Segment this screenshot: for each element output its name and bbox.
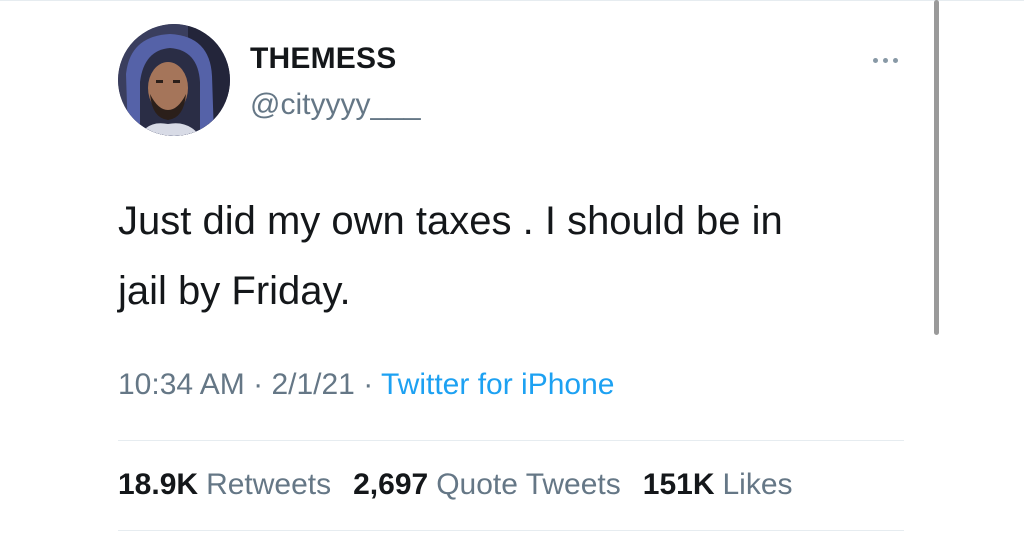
meta-separator: · (253, 368, 264, 401)
tweet-time[interactable]: 10:34 AM (118, 368, 245, 401)
divider (118, 440, 904, 441)
likes-count: 151K (642, 468, 715, 501)
more-horizontal-icon (872, 57, 878, 63)
more-options-button[interactable] (860, 50, 910, 70)
tweet-meta: 10:34 AM · 2/1/21 · Twitter for iPhone (118, 368, 614, 402)
display-name[interactable]: THEMESS (250, 42, 396, 76)
retweets-stat[interactable]: 18.9K Retweets (118, 468, 331, 502)
tweet-card: THEMESS @cityyyy___ Just did my own taxe… (0, 0, 1024, 536)
user-handle[interactable]: @cityyyy___ (250, 88, 421, 122)
likes-label: Likes (722, 468, 793, 501)
divider (118, 530, 904, 531)
retweets-label: Retweets (206, 468, 332, 501)
more-horizontal-icon (892, 57, 898, 63)
tweet-date[interactable]: 2/1/21 (271, 368, 354, 401)
tweet-text-line: jail by Friday. (118, 269, 351, 313)
avatar[interactable] (118, 24, 230, 136)
meta-separator: · (363, 368, 374, 401)
avatar-image (118, 24, 230, 136)
more-horizontal-icon (882, 57, 888, 63)
quote-tweets-count: 2,697 (353, 468, 429, 501)
tweet-text: Just did my own taxes . I should be in j… (118, 186, 918, 326)
tweet-source-link[interactable]: Twitter for iPhone (381, 368, 614, 401)
quote-tweets-label: Quote Tweets (436, 468, 621, 501)
retweets-count: 18.9K (118, 468, 199, 501)
quote-tweets-stat[interactable]: 2,697 Quote Tweets (353, 468, 621, 502)
tweet-stats: 18.9K Retweets 2,697 Quote Tweets 151K Like… (118, 468, 793, 502)
tweet-text-line: Just did my own taxes . I should be in (118, 199, 783, 243)
likes-stat[interactable]: 151K Likes (643, 468, 793, 502)
scrollbar[interactable] (934, 0, 939, 335)
top-divider (0, 0, 1024, 1)
